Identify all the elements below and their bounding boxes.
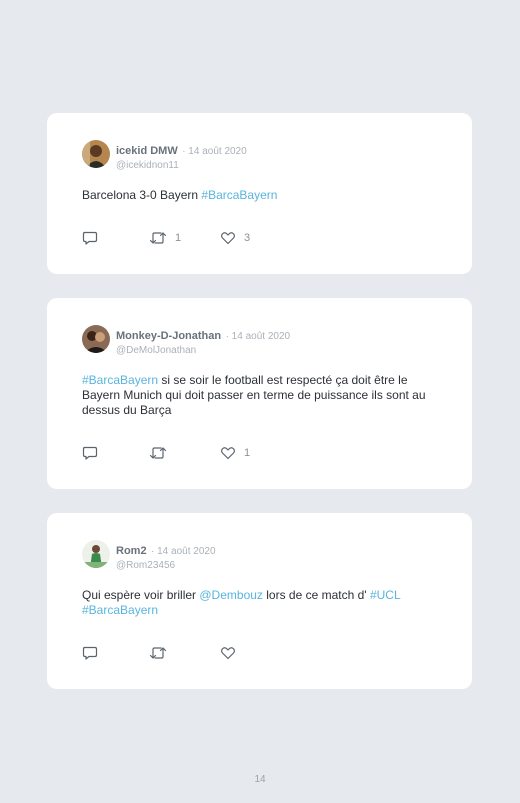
heart-icon [220, 446, 236, 460]
tweet-date: · 14 août 2020 [151, 546, 216, 557]
heart-icon [220, 646, 236, 660]
hashtag-link[interactable]: #BarcaBayern [201, 188, 277, 202]
reply-icon [82, 446, 98, 460]
tweet-text: Qui espère voir briller @Dembouz lors de… [82, 588, 444, 618]
retweet-count: 1 [175, 232, 182, 244]
text-segment: lors de ce match d' [262, 588, 370, 602]
author-handle[interactable]: @DeMolJonathan [116, 345, 290, 356]
retweet-button[interactable] [149, 445, 175, 461]
avatar[interactable] [82, 325, 110, 353]
retweet-icon [149, 446, 167, 460]
text-segment: Qui espère voir briller [82, 588, 200, 602]
tweet-meta: icekid DMW · 14 août 2020 @icekidnon11 [116, 141, 247, 171]
reply-button[interactable] [82, 230, 98, 246]
tweet-actions: 1 3 [82, 230, 282, 246]
page-number: 14 [254, 774, 266, 785]
author-handle[interactable]: @icekidnon11 [116, 160, 247, 171]
reply-button[interactable] [82, 445, 98, 461]
retweet-icon [149, 646, 167, 660]
author-name[interactable]: Rom2 [116, 545, 147, 557]
author-name[interactable]: Monkey-D-Jonathan [116, 330, 221, 342]
tweet-text: Barcelona 3-0 Bayern #BarcaBayern [82, 188, 444, 203]
like-count: 3 [244, 232, 251, 244]
like-button[interactable] [220, 645, 244, 661]
hashtag-link[interactable]: #BarcaBayern [82, 373, 158, 387]
like-button[interactable]: 3 [220, 230, 250, 246]
tweet-actions [82, 645, 282, 661]
text-segment: Barcelona 3-0 Bayern [82, 188, 202, 202]
tweet-card: icekid DMW · 14 août 2020 @icekidnon11 B… [47, 113, 472, 274]
avatar[interactable] [82, 140, 110, 168]
tweet-meta: Monkey-D-Jonathan · 14 août 2020 @DeMolJ… [116, 326, 290, 356]
retweet-icon [149, 231, 167, 245]
like-button[interactable]: 1 [220, 445, 250, 461]
tweet-actions: 1 [82, 445, 282, 461]
tweet-date: · 14 août 2020 [225, 331, 291, 342]
tweet-date: · 14 août 2020 [182, 146, 247, 157]
tweet-text: #BarcaBayern si se soir le football est … [82, 373, 444, 418]
tweet-meta: Rom2 · 14 août 2020 @Rom23456 [116, 541, 216, 571]
retweet-button[interactable] [149, 645, 175, 661]
reply-button[interactable] [82, 645, 98, 661]
heart-icon [220, 231, 236, 245]
tweet-card: Rom2 · 14 août 2020 @Rom23456 Qui espère… [47, 513, 472, 689]
mention-link[interactable]: @Dembouz [199, 588, 263, 602]
like-count: 1 [244, 447, 251, 459]
reply-icon [82, 646, 98, 660]
retweet-button[interactable]: 1 [149, 230, 181, 246]
tweet-card: Monkey-D-Jonathan · 14 août 2020 @DeMolJ… [47, 298, 472, 489]
hashtag-link[interactable]: #BarcaBayern [82, 603, 158, 617]
reply-icon [82, 231, 98, 245]
avatar[interactable] [82, 540, 110, 568]
hashtag-link[interactable]: #UCL [370, 588, 400, 602]
author-handle[interactable]: @Rom23456 [116, 560, 216, 571]
author-name[interactable]: icekid DMW [116, 145, 178, 157]
